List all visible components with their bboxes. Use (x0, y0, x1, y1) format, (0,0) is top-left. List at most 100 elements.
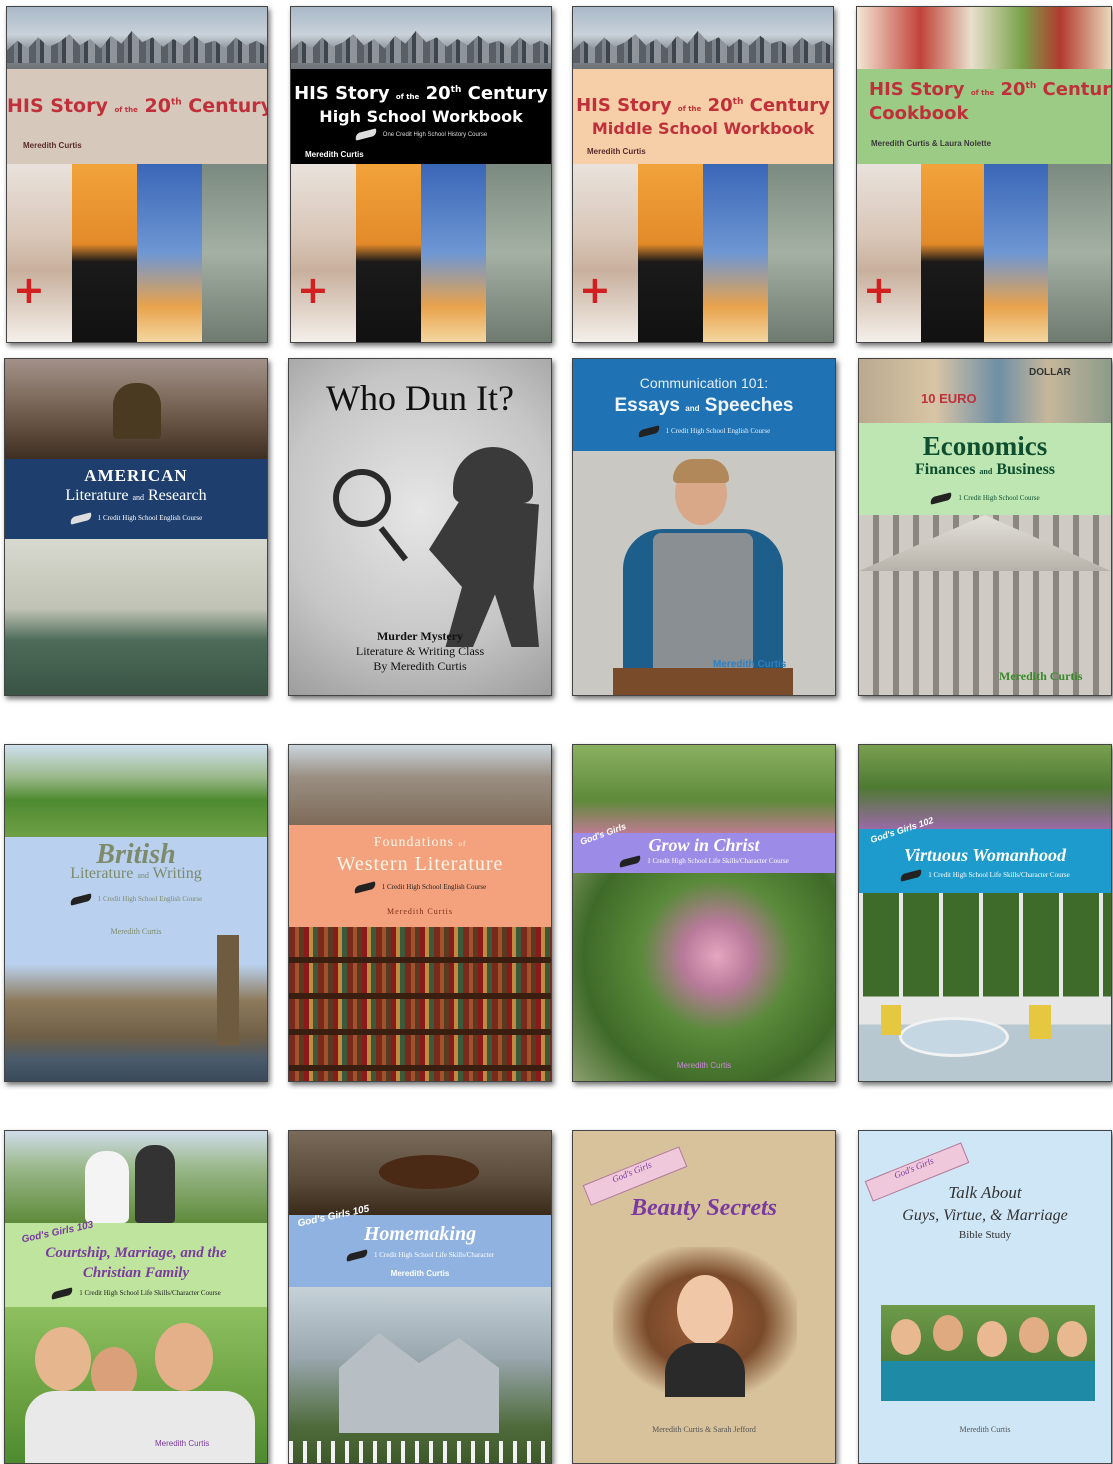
book-cover-his-story-high-school[interactable]: HIS Story of the 20th Century High Schoo… (290, 6, 552, 343)
book-cover-american-literature[interactable]: AMERICAN Literature and Research 1 Credi… (4, 358, 268, 696)
cover-tagline: 1 Credit High School Life Skills/Charact… (859, 869, 1111, 882)
sunroom-image (859, 893, 1111, 1081)
book-cover-his-story-middle-school[interactable]: HIS Story of the 20th Century Middle Sch… (572, 6, 834, 343)
book-cover-talk-about[interactable]: God's Girls Talk About Guys, Virtue, & M… (858, 1130, 1112, 1464)
book-cover-his-story-cookbook[interactable]: HIS Story of the 20th Century Cookbook M… (856, 6, 1112, 343)
cover-tagline: 1 Credit High School Life Skills/Charact… (573, 855, 835, 868)
detective-silhouette-image (333, 447, 543, 647)
cover-photo-collage (857, 164, 1111, 342)
rose-garden-image (573, 873, 835, 1081)
cover-title: Grow in Christ (648, 835, 760, 855)
cover-author: Meredith Curtis (999, 669, 1083, 683)
cover-title: HIS Story of the 20th Century (869, 79, 1112, 100)
garden-people-image (573, 745, 835, 837)
cover-subtitle: Literature and Writing (70, 865, 202, 882)
cover-subtitle: Finances and Business (914, 461, 1056, 478)
cover-tagline: 1 Credit High School Life Skills/Charact… (289, 1249, 551, 1262)
cover-tagline: 1 Credit High School English Course (5, 893, 267, 906)
book-cover-who-dun-it[interactable]: Who Dun It? Murder Mystery Literature & … (288, 358, 552, 696)
cover-title: Courtship, Marriage, and the (45, 1245, 227, 1261)
english-countryside-image (5, 745, 267, 837)
cover-tagline: 1 Credit High School Life Skills/Charact… (5, 1287, 267, 1300)
stock-exchange-building-image (859, 515, 1111, 695)
cover-title: HIS Story of the 20th Century (7, 95, 268, 117)
parliament-big-ben-image (5, 935, 267, 1081)
cover-author: Meredith Curtis & Sarah Jefford (652, 1425, 756, 1434)
quill-icon (50, 1287, 74, 1300)
cover-author: Meredith Curtis (959, 1425, 1011, 1434)
book-cover-virtuous-womanhood[interactable]: God's Girls 102 Virtuous Womanhood 1 Cre… (858, 744, 1112, 1082)
cover-title: Talk About (948, 1183, 1022, 1202)
cover-title: Beauty Secrets (631, 1195, 777, 1221)
castle-image (289, 745, 551, 825)
city-skyline-image (573, 7, 833, 69)
cover-photo-collage (291, 164, 551, 342)
quill-icon (353, 881, 377, 894)
currency-note: DOLLAR (1029, 367, 1071, 378)
cover-subtitle: Christian Family (82, 1265, 190, 1281)
cover-author: Meredith Curtis (713, 659, 787, 670)
cover-title: Economics (922, 431, 1048, 461)
book-cover-courtship-marriage[interactable]: God's Girls 103 Courtship, Marriage, and… (4, 1130, 268, 1464)
cover-tagline: One Credit High School History Course (291, 128, 551, 141)
flowers-image (859, 745, 1111, 829)
quill-icon (929, 492, 953, 505)
cover-subtitle: Essays and Speeches (614, 395, 794, 416)
victorian-house-image (289, 1287, 551, 1463)
cover-subtitle: Murder Mystery (376, 629, 464, 643)
cover-subtitle: Bible Study (958, 1229, 1012, 1241)
liberty-bell-image (5, 359, 267, 459)
cover-author: Meredith Curtis (387, 907, 453, 916)
cover-tagline: 1 Credit High School Course (859, 492, 1111, 505)
cover-title: Communication 101: (639, 375, 769, 391)
series-label: God's Girls 103 (20, 1219, 95, 1246)
bookshelf-image (289, 927, 551, 1081)
cover-author: Meredith Curtis (390, 1269, 450, 1278)
cover-author: By Meredith Curtis (373, 659, 467, 673)
cover-author: Meredith Curtis (155, 1439, 210, 1448)
independence-hall-interior-image (5, 539, 267, 695)
book-cover-beauty-secrets[interactable]: God's Girls Beauty Secrets Meredith Curt… (572, 1130, 836, 1464)
cover-title: HIS Story of the 20th Century (576, 95, 830, 116)
cover-tagline: 1 Credit High School English Course (289, 881, 551, 894)
currency-note: 10 EURO (921, 391, 977, 406)
cover-title: Who Dun It? (326, 378, 514, 418)
cover-subtitle: Middle School Workbook (591, 119, 815, 138)
cover-subtitle: High School Workbook (319, 107, 523, 126)
cover-author: Meredith Curtis (23, 141, 82, 150)
cover-subtitle: Western Literature (336, 853, 504, 875)
dining-room-image (289, 1131, 551, 1215)
quill-icon (69, 893, 93, 906)
cover-subtitle: Literature and Research (65, 487, 207, 504)
book-cover-homemaking[interactable]: God's Girls 105 Homemaking 1 Credit High… (288, 1130, 552, 1464)
cover-title: Virtuous Womanhood (904, 845, 1066, 865)
book-cover-grow-in-christ[interactable]: God's Girls Grow in Christ 1 Credit High… (572, 744, 836, 1082)
book-cover-his-story[interactable]: HIS Story of the 20th Century Meredith C… (6, 6, 268, 343)
cover-author: Meredith Curtis & Laura Nolette (871, 139, 992, 148)
wedding-couple-image (5, 1131, 267, 1223)
food-image (857, 7, 1111, 69)
cover-tagline: 1 Credit High School English Course (573, 425, 835, 438)
cover-tagline: 1 Credit High School English Course (5, 512, 267, 525)
book-cover-british-literature[interactable]: British Literature and Writing 1 Credit … (4, 744, 268, 1082)
cover-subtitle: Guys, Virtue, & Marriage (902, 1207, 1068, 1224)
girls-group-photo (881, 1305, 1095, 1401)
cover-author: Meredith Curtis (305, 150, 364, 159)
cover-subtitle: Cookbook (869, 103, 969, 124)
cover-title: HIS Story of the 20th Century (294, 83, 548, 104)
book-cover-communication-101[interactable]: Communication 101: Essays and Speeches 1… (572, 358, 836, 696)
book-cover-western-literature[interactable]: Foundations of Western Literature 1 Cred… (288, 744, 552, 1082)
portrait-photo (613, 1247, 797, 1397)
cover-subtitle: Literature & Writing Class (355, 644, 485, 658)
cover-title: Foundations of (373, 835, 467, 850)
book-cover-economics[interactable]: 10 EURO DOLLAR Economics Finances and Bu… (858, 358, 1112, 696)
cover-title: AMERICAN (84, 466, 188, 485)
cover-photo-collage (573, 164, 833, 342)
city-skyline-image (7, 7, 267, 69)
currency-image: 10 EURO DOLLAR (859, 359, 1111, 423)
cover-author: Meredith Curtis (587, 147, 646, 156)
cover-author: Meredith Curtis (676, 1061, 732, 1070)
quill-icon (354, 128, 378, 141)
cover-photo-collage (7, 164, 267, 342)
city-skyline-image (291, 7, 551, 69)
